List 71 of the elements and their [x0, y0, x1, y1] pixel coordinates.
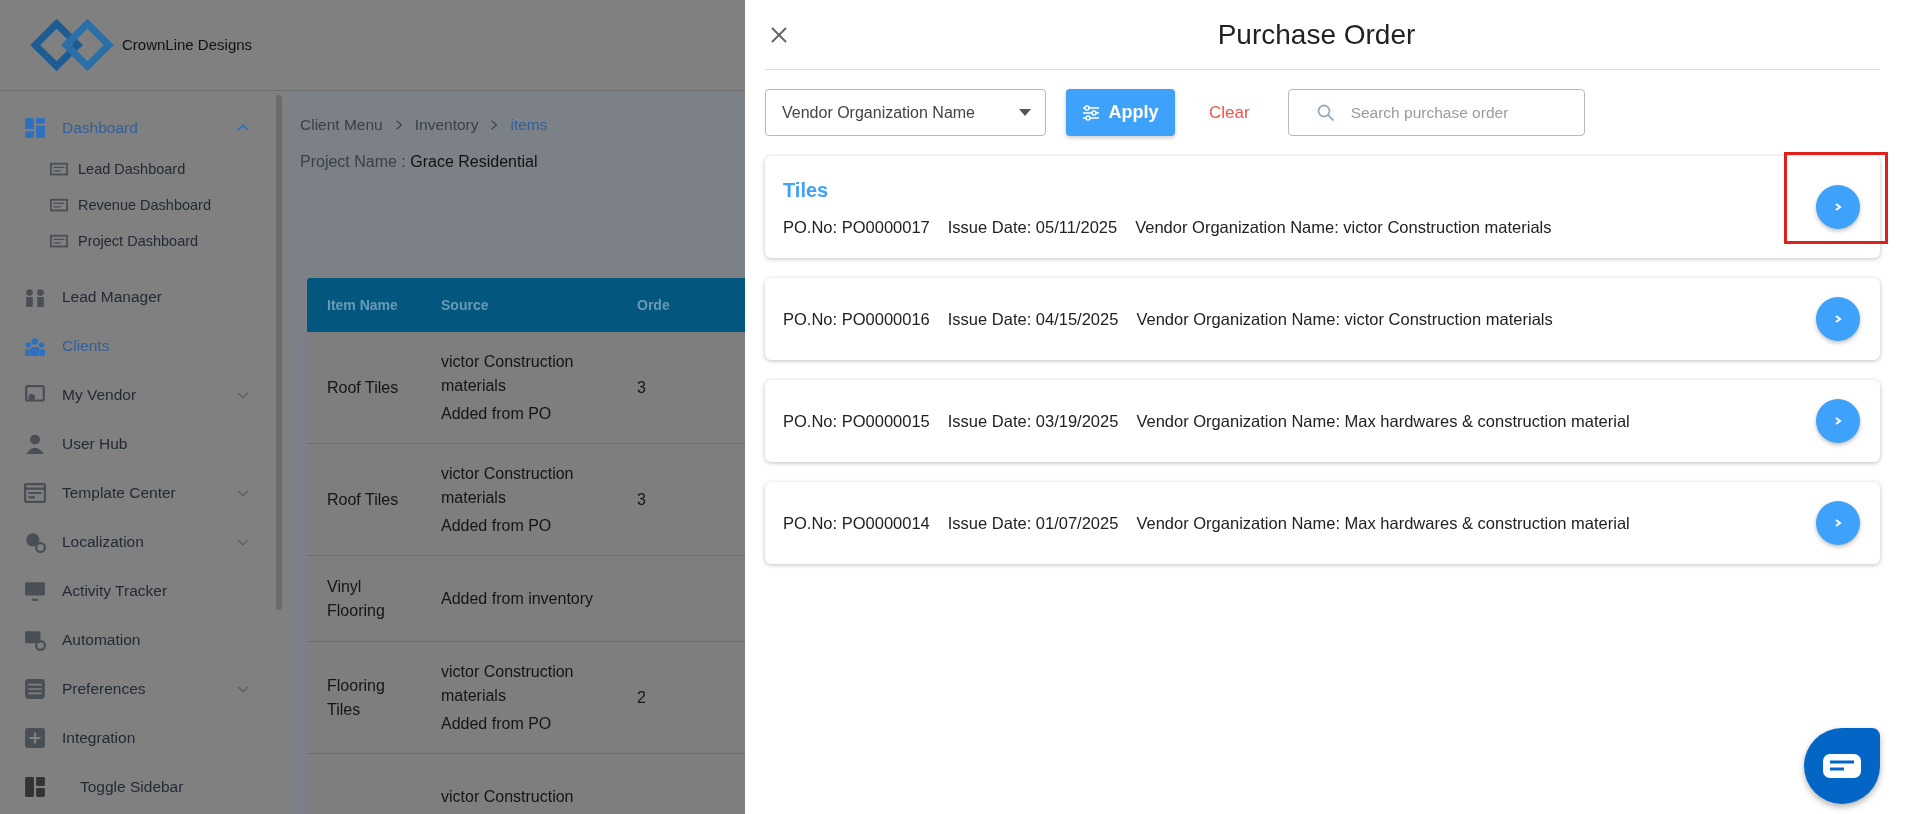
- chevron-right-icon: [1833, 202, 1843, 212]
- table-cell: 2: [637, 688, 646, 706]
- toggle-sidebar-button[interactable]: Toggle Sidebar: [24, 762, 290, 811]
- table-cell-text: Added from inventory: [441, 588, 595, 609]
- project-name: Project Name : Grace Residential: [300, 152, 539, 173]
- apply-button[interactable]: Apply: [1066, 89, 1175, 136]
- sidebar-subitem[interactable]: Revenue Dashboard: [24, 188, 290, 224]
- search-icon: [1316, 103, 1335, 122]
- po-number: PO.No: PO0000017: [783, 216, 930, 238]
- issue-date: Issue Date: 01/07/2025: [947, 512, 1119, 534]
- monitor-icon: [24, 579, 46, 602]
- brand-name: CrownLine Designs: [122, 34, 253, 55]
- table-cell-text: victor Construction: [441, 786, 575, 807]
- table-cell-text: Added from PO: [441, 713, 553, 734]
- issue-date: Issue Date: 05/11/2025: [947, 216, 1118, 238]
- vendor-select[interactable]: Vendor Organization Name: [765, 89, 1046, 136]
- open-order-button[interactable]: [1816, 185, 1860, 229]
- search-field[interactable]: Search purchase order: [1287, 89, 1585, 136]
- chevron-right-icon: [1833, 518, 1843, 528]
- sidebar-item[interactable]: Template Center: [24, 468, 290, 517]
- sidebar-item[interactable]: My Vendor: [24, 370, 290, 419]
- issue-date: Issue Date: 04/15/2025: [947, 308, 1119, 330]
- clear-button[interactable]: Clear: [1195, 95, 1264, 130]
- table-cell: Roof Tiles: [327, 490, 399, 508]
- vendor-name: Vendor Organization Name: victor Construction materials: [1136, 308, 1553, 330]
- po-number: PO.No: PO0000015: [783, 410, 930, 432]
- column-header[interactable]: Source: [441, 296, 489, 313]
- chevron-right-icon: [1833, 314, 1843, 324]
- table-cell-text: victor Construction materials: [441, 351, 575, 396]
- column-header[interactable]: Orde: [637, 296, 670, 313]
- sidebar-subitem[interactable]: Project Dashboard: [24, 224, 290, 260]
- caret-icon: [1019, 109, 1031, 116]
- table-cell: 3: [637, 490, 646, 508]
- table-cell: Roof Tiles: [327, 378, 399, 396]
- sidebar-item[interactable]: Automation: [24, 615, 290, 664]
- chat-icon: [1822, 753, 1862, 779]
- sidebar-item[interactable]: User Hub: [24, 419, 290, 468]
- vendor-name: Vendor Organization Name: Max hardwares & construction material: [1136, 512, 1630, 534]
- po-number: PO.No: PO0000016: [783, 308, 930, 330]
- sidebar-item[interactable]: Localization: [24, 517, 290, 566]
- column-header[interactable]: Item Name: [327, 296, 398, 313]
- open-order-button[interactable]: [1816, 399, 1860, 443]
- chat-button[interactable]: [1804, 728, 1880, 804]
- table-cell-text: victor Construction materials: [441, 463, 575, 508]
- sidebar-item[interactable]: Lead Manager: [24, 272, 290, 321]
- vendor-name: Vendor Organization Name: victor Construction materials: [1135, 216, 1552, 238]
- plus-icon: [24, 726, 46, 749]
- open-order-button[interactable]: [1816, 501, 1860, 545]
- user-icon: [24, 432, 46, 455]
- grid-icon: [24, 116, 46, 139]
- sidebar-item[interactable]: Integration: [24, 713, 290, 762]
- drawer-title: Purchase Order: [1216, 17, 1417, 52]
- sidebar-item[interactable]: Activity Tracker: [24, 566, 290, 615]
- order-title: Tiles: [783, 177, 830, 203]
- sidebar-item[interactable]: Preferences: [24, 664, 290, 713]
- table-cell: 3: [637, 378, 646, 396]
- table-cell: Flooring Tiles: [327, 676, 385, 718]
- table-cell-text: Added from PO: [441, 515, 553, 536]
- po-number: PO.No: PO0000014: [783, 512, 930, 534]
- chevron-right-icon: [1833, 416, 1843, 426]
- table-cell: Vinyl Flooring: [327, 577, 385, 619]
- layout-icon: [24, 775, 46, 798]
- issue-date: Issue Date: 03/19/2025: [947, 410, 1119, 432]
- breadcrumb-link[interactable]: Inventory: [414, 113, 479, 137]
- sidebar-subitem[interactable]: Lead Dashboard: [24, 152, 290, 188]
- table-cell-text: victor Construction materials: [441, 661, 575, 706]
- open-order-button[interactable]: [1816, 297, 1860, 341]
- breadcrumb-link[interactable]: Client Menu: [300, 113, 383, 137]
- table-cell-text: Added from PO: [441, 403, 553, 424]
- layout-icon: [24, 481, 46, 504]
- vendor-name: Vendor Organization Name: Max hardwares & construction material: [1136, 410, 1630, 432]
